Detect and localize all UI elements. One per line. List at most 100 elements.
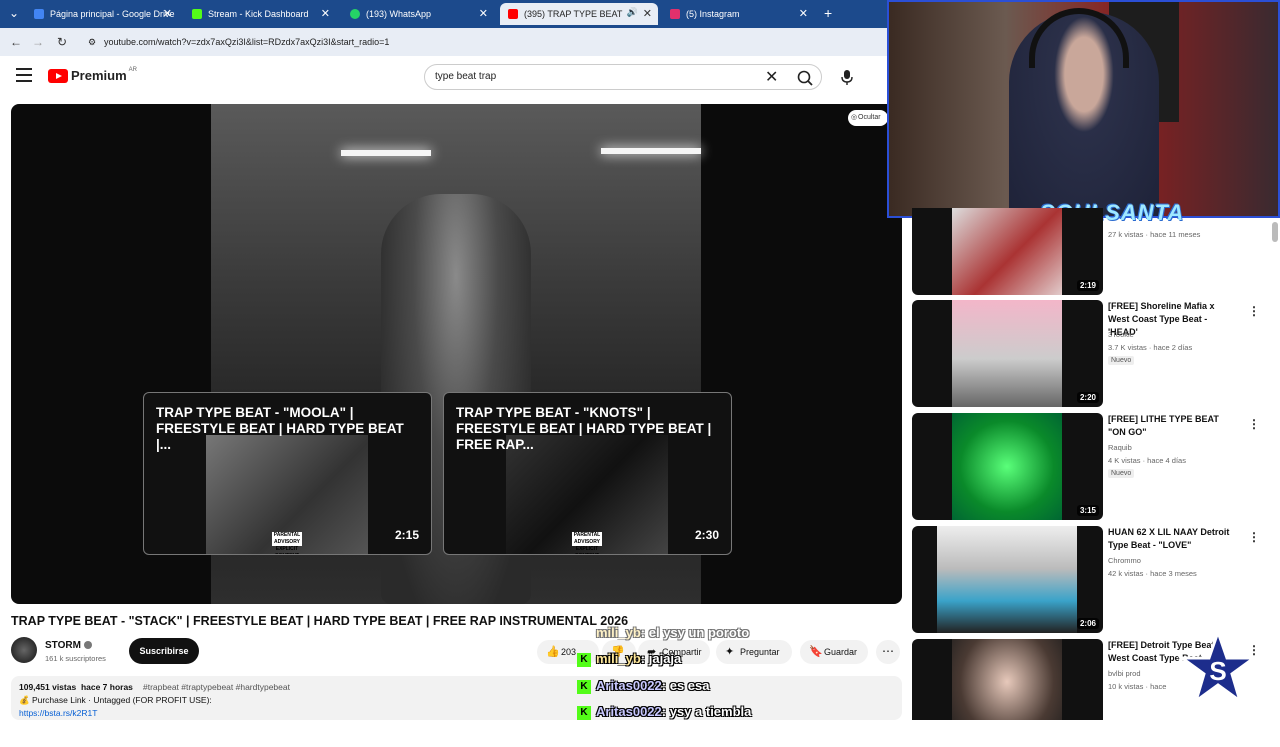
recommended-video[interactable]: 3:15 [FREE] LITHE TYPE BEAT "ON GO" Raqu… [912,413,1272,521]
tab-list-icon[interactable]: ⌄ [6,5,22,21]
recommended-video[interactable]: 2:06 HUAN 62 X LIL NAAY Detroit Type Bea… [912,526,1272,634]
more-options-icon[interactable]: ⋮ [1248,530,1260,544]
purchase-link[interactable]: https://bsta.rs/k2R1T [19,708,97,718]
channel-name[interactable]: Chrommo [1108,556,1141,565]
view-count: 109,451 vistas [19,682,77,692]
tab-label: Stream - Kick Dashboard [208,9,309,19]
hide-endscreen-button[interactable]: ◎ Ocultar [848,110,888,126]
verified-icon [84,641,92,649]
description-box[interactable]: 109,451 vistas hace 7 horas #trapbeat #t… [11,676,902,720]
channel-name[interactable]: bvlbi prod [1108,669,1141,678]
video-thumbnail: 2:20 [912,300,1103,407]
youtube-header: Premium AR type beat trap ✕ [0,56,886,98]
search-box[interactable]: type beat trap ✕ [424,64,822,90]
channel-name[interactable]: STORM [45,640,81,651]
channel-avatar[interactable] [11,637,37,663]
thumbnail-image [952,639,1062,720]
close-tab-icon[interactable]: ✕ [163,7,172,20]
recommended-video[interactable]: 2:20 [FREE] Shoreline Mafia x West Coast… [912,300,1272,408]
video-duration: 3:15 [1076,505,1099,516]
channel-name[interactable]: 3Tookie [1108,330,1134,339]
chat-message: Kmili_yb: jajaja [577,651,681,667]
new-badge: Nuevo [1108,356,1135,365]
endcard-title: TRAP TYPE BEAT - "KNOTS" | FREESTYLE BEA… [456,405,712,452]
microphone-icon[interactable] [838,68,856,86]
hide-label: Ocultar [858,114,881,121]
endcard-duration: 2:15 [394,528,419,542]
chat-username: Aritas0022 [596,704,662,719]
tab-youtube-active[interactable]: (395) TRAP TYPE BEAT - "ST 🔊 ✕ [500,3,658,25]
tab-kick-dashboard[interactable]: Stream - Kick Dashboard ✕ [184,3,336,25]
back-icon[interactable]: ← [8,34,24,50]
chat-text: : es esa [661,678,710,693]
parental-advisory-logo: PARENTAL ADVISORY EXPLICIT CONTENT [272,532,302,554]
new-tab-icon[interactable]: + [824,5,832,21]
kick-icon: K [577,652,591,667]
thumbnail-image [952,300,1062,407]
video-title: [FREE] LITHE TYPE BEAT "ON GO" [1108,414,1219,437]
youtube-premium-logo[interactable]: Premium AR [48,66,137,83]
video-duration: 2:20 [1076,392,1099,403]
video-meta: 3.7 K vistas · hace 2 días [1108,343,1193,352]
close-tab-icon[interactable]: ✕ [479,7,488,20]
save-label: Guardar [824,647,858,657]
more-options-icon[interactable]: ⋮ [1248,304,1260,318]
save-button[interactable]: 🔖 Guardar [800,640,868,664]
video-meta: 4 K vistas · hace 4 días [1108,456,1186,465]
reload-icon[interactable]: ↻ [54,34,70,50]
chat-username: mili_yb [596,651,641,666]
forward-icon[interactable]: → [30,34,46,50]
tab-google-drive[interactable]: Página principal - Google Drive ✕ [26,3,178,25]
endcard-duration: 2:30 [694,528,719,542]
search-input[interactable]: type beat trap [435,71,496,82]
site-info-icon[interactable]: ⚙ [88,32,96,52]
close-tab-icon[interactable]: ✕ [643,7,652,20]
close-tab-icon[interactable]: ✕ [321,7,330,20]
view-stats: 109,451 vistas hace 7 horas [19,682,133,692]
subscribe-button[interactable]: Suscribirse [129,638,199,664]
search-icon[interactable] [791,68,819,88]
tab-instagram[interactable]: (5) Instagram ✕ [662,3,814,25]
chat-text: : jajaja [640,651,682,666]
video-duration: 2:19 [1076,280,1099,291]
tab-whatsapp[interactable]: (193) WhatsApp ✕ [342,3,494,25]
ceiling-light [601,148,701,154]
endscreen-video-card[interactable]: TRAP TYPE BEAT - "MOOLA" | FREESTYLE BEA… [143,392,432,555]
video-meta: 42 k vistas · hace 3 meses [1108,569,1197,578]
star-logo-icon: S [1178,628,1258,705]
thumbnail-image [937,526,1077,633]
ask-label: Preguntar [740,647,780,657]
endscreen-video-card[interactable]: TRAP TYPE BEAT - "KNOTS" | FREESTYLE BEA… [443,392,732,555]
kick-icon: K [577,705,591,720]
subscriber-count: 161 k suscriptores [45,654,106,663]
svg-text:S: S [1209,656,1226,686]
more-options-icon[interactable]: ⋮ [1248,417,1260,431]
chat-username: mili_yb [596,625,641,640]
eye-off-icon: ◎ [851,114,858,121]
channel-name[interactable]: Raquib [1108,443,1132,452]
video-player[interactable]: TRAP TYPE BEAT - "MOOLA" | FREESTYLE BEA… [11,104,902,604]
logo-region: AR [128,66,137,73]
clear-search-icon[interactable]: ✕ [765,67,778,87]
purchase-line: 💰 Purchase Link · Untagged (FOR PROFIT U… [19,695,212,705]
url-text: youtube.com/watch?v=zdx7axQzi3I&list=RDz… [104,37,390,47]
more-actions-icon[interactable]: ⋯ [876,640,900,664]
tab-label: Página principal - Google Drive [50,9,175,19]
tab-label: (395) TRAP TYPE BEAT - "ST [524,9,624,19]
video-meta: 10 k vistas · hace [1108,682,1167,691]
recommended-video[interactable]: 2:19 27 k vistas · hace 11 meses [912,208,1272,295]
sparkle-icon: ✦ [725,646,735,658]
hamburger-menu-icon[interactable] [16,68,32,82]
close-tab-icon[interactable]: ✕ [799,7,808,20]
video-title: TRAP TYPE BEAT - "STACK" | FREESTYLE BEA… [11,614,629,628]
video-thumbnail [912,639,1103,720]
video-thumbnail: 3:15 [912,413,1103,520]
hashtags[interactable]: #trapbeat #traptypebeat #hardtypebeat [143,682,290,692]
url-field[interactable]: ⚙ youtube.com/watch?v=zdx7axQzi3I&list=R… [84,32,884,52]
audio-playing-icon[interactable]: 🔊 [627,7,638,18]
ask-button[interactable]: ✦ Preguntar [716,640,792,664]
new-badge: Nuevo [1108,469,1135,478]
video-duration: 2:06 [1076,618,1099,629]
sidebar-scrollbar[interactable] [1272,222,1278,242]
bookmark-icon: 🔖 [809,646,823,658]
